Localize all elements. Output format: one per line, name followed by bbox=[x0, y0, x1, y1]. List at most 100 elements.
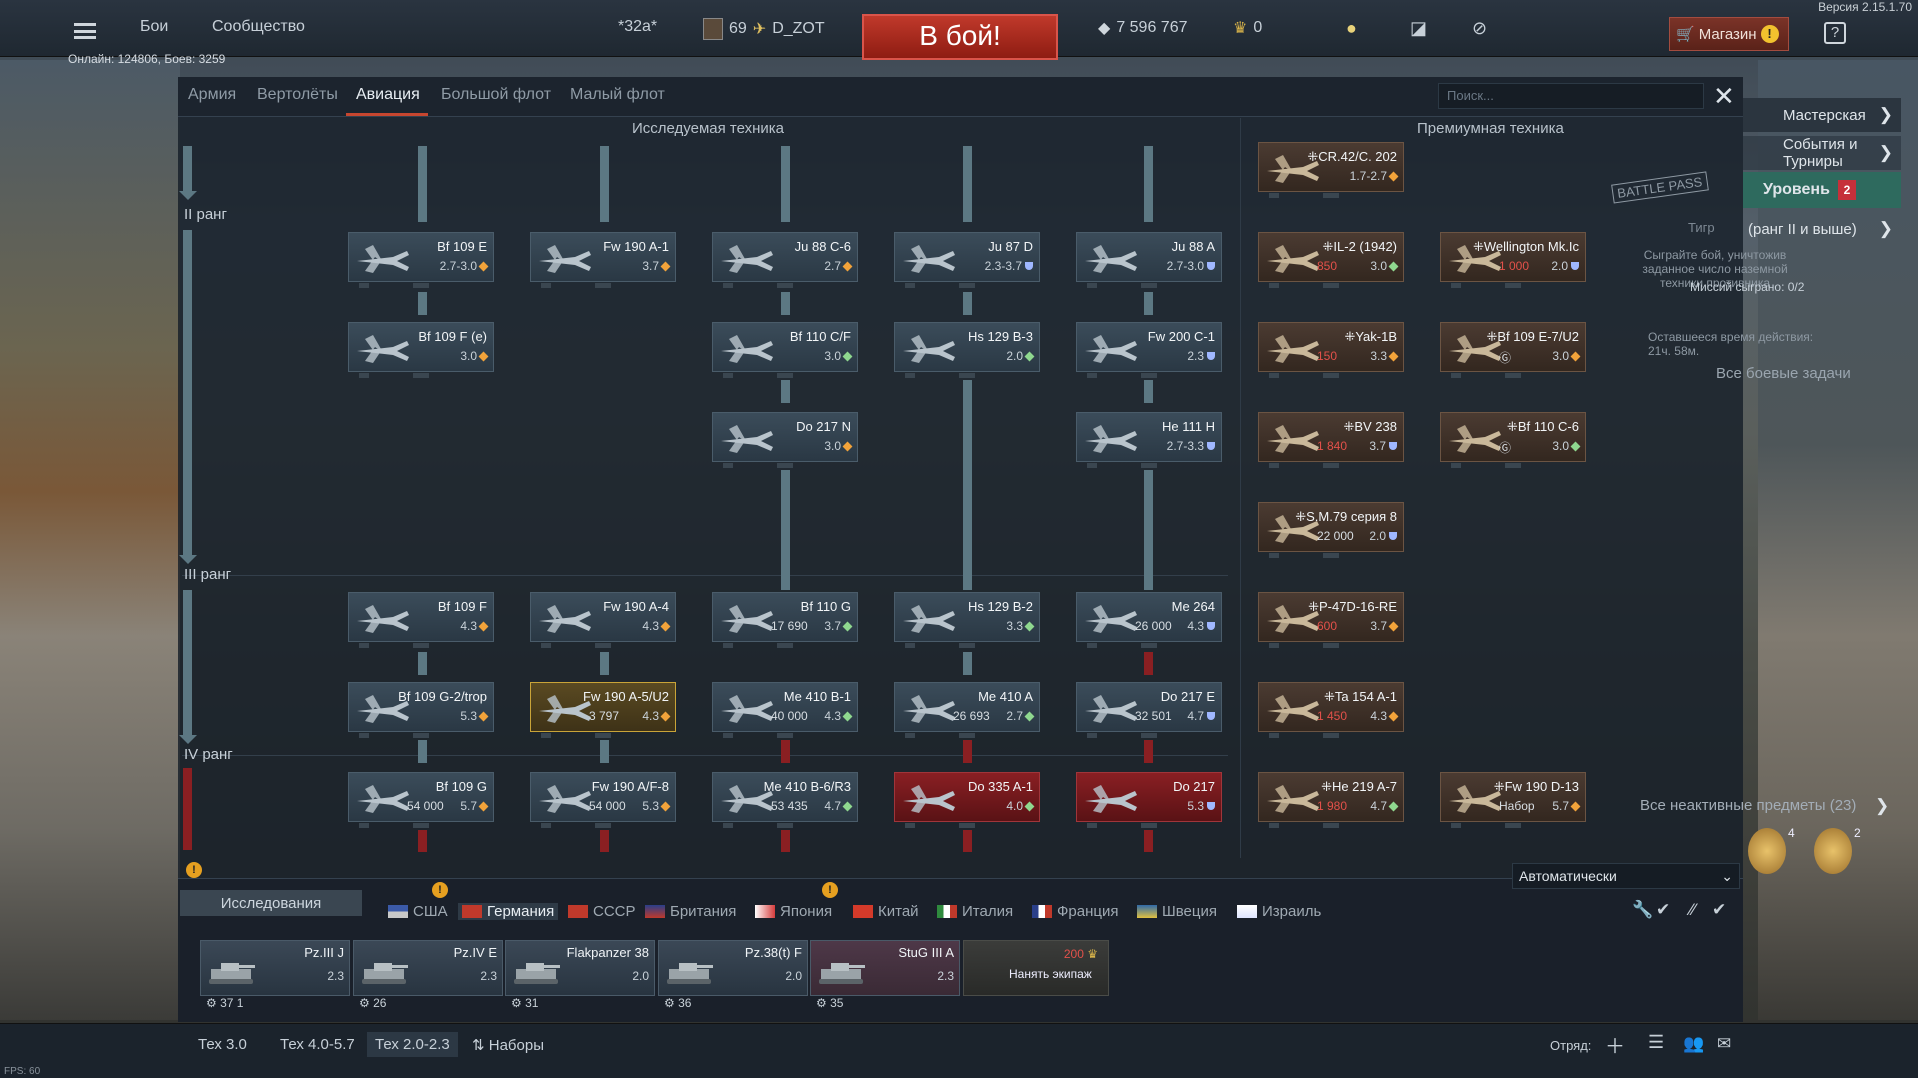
research-vehicle-card[interactable]: Me 410 A 26 693 2.7 bbox=[894, 682, 1040, 738]
research-vehicle-card[interactable]: Do 217 5.3 bbox=[1076, 772, 1222, 828]
add-icon[interactable]: ＋ bbox=[1605, 1030, 1625, 1059]
ammo-icon[interactable]: ⁄⁄ bbox=[1690, 900, 1696, 920]
research-toggle[interactable]: Исследования bbox=[180, 890, 362, 916]
preset-tab[interactable]: Тех 4.0-5.7 bbox=[280, 1036, 355, 1053]
battles-menu[interactable]: Бои bbox=[140, 18, 168, 36]
research-vehicle-card[interactable]: Bf 109 G 54 000 5.7 bbox=[348, 772, 494, 828]
premium-vehicle-card[interactable]: ⁜S.M.79 серия 8 22 000 2.0 bbox=[1258, 502, 1404, 558]
golden-eagles[interactable]: ♛ 0 bbox=[1233, 18, 1262, 38]
warning-icon[interactable]: ! bbox=[186, 862, 202, 878]
profile[interactable]: 69 ✈ D_ZOT bbox=[703, 18, 825, 40]
all-tasks-link[interactable]: Все боевые задачи bbox=[1716, 365, 1851, 382]
nation-tab-3[interactable]: Британия bbox=[645, 903, 736, 920]
to-battle-button[interactable]: В бой! bbox=[862, 14, 1058, 60]
premium-vehicle-card[interactable]: ⁜Wellington Mk.Ic 1 000 2.0 bbox=[1440, 232, 1586, 288]
research-vehicle-card[interactable]: Ju 88 C-6 2.7 bbox=[712, 232, 858, 288]
premium-vehicle-card[interactable]: ⁜Bf 109 E-7/U2 Ⓖ 3.0 bbox=[1440, 322, 1586, 378]
premium-vehicle-card[interactable]: ⁜CR.42/C. 202 1.7-2.7 bbox=[1258, 142, 1404, 198]
research-vehicle-card[interactable]: Me 264 26 000 4.3 bbox=[1076, 592, 1222, 648]
research-vehicle-card[interactable]: Bf 109 G-2/trop 5.3 bbox=[348, 682, 494, 738]
events-button[interactable]: События и Турниры ❯ bbox=[1743, 136, 1901, 170]
research-vehicle-card[interactable]: Fw 190 A-1 3.7 bbox=[530, 232, 676, 288]
research-vehicle-card[interactable]: Fw 190 A-5/U2 3 797 4.3 bbox=[530, 682, 676, 738]
research-vehicle-card[interactable]: Do 217 E 32 501 4.7 bbox=[1076, 682, 1222, 738]
tab-helicopters[interactable]: Вертолёты bbox=[257, 86, 338, 104]
list-icon[interactable]: ☰ bbox=[1648, 1032, 1664, 1053]
premium-vehicle-card[interactable]: ⁜Fw 190 D-13 Набор 5.7 bbox=[1440, 772, 1586, 828]
lightbulb-icon[interactable]: ● bbox=[1346, 18, 1357, 39]
mail-icon[interactable]: ✉ bbox=[1717, 1034, 1731, 1054]
battlepass-level-button[interactable]: Уровень 2 bbox=[1743, 172, 1901, 208]
nation-tab-6[interactable]: Италия bbox=[937, 903, 1013, 920]
menu-icon[interactable] bbox=[74, 23, 96, 39]
check-icon[interactable]: ✔ bbox=[1656, 900, 1670, 920]
repair-icon[interactable]: 🔧 bbox=[1632, 900, 1653, 920]
premium-vehicle-card[interactable]: ⁜He 219 A-7 1 980 4.7 bbox=[1258, 772, 1404, 828]
medal-icon[interactable] bbox=[1814, 828, 1852, 874]
research-vehicle-card[interactable]: Bf 109 F (e) 3.0 bbox=[348, 322, 494, 378]
preset-tab-active[interactable]: Тех 2.0-2.3 bbox=[367, 1032, 458, 1057]
premium-vehicle-card[interactable]: ⁜Bf 110 C-6 Ⓖ 3.0 bbox=[1440, 412, 1586, 468]
search-input[interactable]: Поиск... bbox=[1438, 83, 1704, 109]
nation-tab-4[interactable]: Япония bbox=[755, 903, 832, 920]
preset-tab[interactable]: Тех 3.0 bbox=[198, 1036, 247, 1053]
nation-tab-9[interactable]: Израиль bbox=[1237, 903, 1321, 920]
tank-slot[interactable]: StuG III A 2.3 bbox=[810, 940, 960, 996]
nation-tab-1[interactable]: Германия bbox=[458, 903, 559, 920]
premium-vehicle-card[interactable]: ⁜BV 238 1 840 3.7 bbox=[1258, 412, 1404, 468]
research-vehicle-card[interactable]: Hs 129 B-2 3.3 bbox=[894, 592, 1040, 648]
help-button[interactable]: ? bbox=[1824, 22, 1846, 44]
nation-tab-5[interactable]: Китай bbox=[853, 903, 919, 920]
contacts-icon[interactable]: 👥 bbox=[1683, 1034, 1704, 1054]
research-vehicle-card[interactable]: Do 335 A-1 4.0 bbox=[894, 772, 1040, 828]
tank-slot[interactable]: Flakpanzer 38 2.0 bbox=[505, 940, 655, 996]
premium-vehicle-card[interactable]: ⁜IL-2 (1942) 850 3.0 bbox=[1258, 232, 1404, 288]
close-icon[interactable]: ✕ bbox=[1713, 82, 1735, 110]
warbond-icon[interactable]: ◪ bbox=[1410, 18, 1427, 39]
tab-army[interactable]: Армия bbox=[188, 86, 236, 104]
shop-button[interactable]: 🛒 Магазин ! bbox=[1669, 17, 1789, 51]
tab-bluewater-fleet[interactable]: Большой флот bbox=[441, 86, 551, 104]
tank-slot[interactable]: Pz.38(t) F 2.0 bbox=[658, 940, 808, 996]
premium-vehicle-card[interactable]: ⁜P-47D-16-RE 600 3.7 bbox=[1258, 592, 1404, 648]
research-vehicle-card[interactable]: Me 410 B-6/R3 53 435 4.7 bbox=[712, 772, 858, 828]
inactive-items-link[interactable]: Все неактивные предметы (23) bbox=[1640, 797, 1856, 814]
research-vehicle-card[interactable]: Bf 109 F 4.3 bbox=[348, 592, 494, 648]
nation-tab-8[interactable]: Швеция bbox=[1137, 903, 1217, 920]
research-vehicle-card[interactable]: Do 217 N 3.0 bbox=[712, 412, 858, 468]
tab-aviation[interactable]: Авиация bbox=[356, 86, 420, 104]
check-icon[interactable]: ✔ bbox=[1712, 900, 1726, 920]
research-vehicle-card[interactable]: Bf 110 C/F 3.0 bbox=[712, 322, 858, 378]
research-vehicle-card[interactable]: Hs 129 B-3 2.0 bbox=[894, 322, 1040, 378]
nation-tab-2[interactable]: СССР bbox=[568, 903, 636, 920]
coupon-icon[interactable]: ⊘ bbox=[1472, 18, 1487, 39]
research-vehicle-card[interactable]: Fw 190 A/F-8 54 000 5.3 bbox=[530, 772, 676, 828]
research-vehicle-card[interactable]: Bf 109 E 2.7-3.0 bbox=[348, 232, 494, 288]
research-vehicle-card[interactable]: Ju 87 D 2.3-3.7 bbox=[894, 232, 1040, 288]
workshop-button[interactable]: Мастерская ❯ bbox=[1743, 98, 1901, 132]
premium-vehicle-card[interactable]: ⁜Ta 154 A-1 1 450 4.3 bbox=[1258, 682, 1404, 738]
research-vehicle-card[interactable]: He 111 H 2.7-3.3 bbox=[1076, 412, 1222, 468]
tab-coastal-fleet[interactable]: Малый флот bbox=[570, 86, 665, 104]
squad-label: Отряд: bbox=[1550, 1038, 1592, 1053]
medal-icon[interactable] bbox=[1748, 828, 1786, 874]
aircraft-icon bbox=[353, 601, 413, 637]
nation-tab-7[interactable]: Франция bbox=[1032, 903, 1118, 920]
presets-button[interactable]: ⇅ Наборы bbox=[472, 1036, 544, 1054]
nation-tab-0[interactable]: США bbox=[388, 903, 448, 920]
hire-crew-slot[interactable]: 200 ♛ Нанять экипаж bbox=[963, 940, 1109, 996]
rank-requirement[interactable]: (ранг II и выше) ❯ bbox=[1743, 212, 1901, 246]
research-vehicle-card[interactable]: Bf 110 G 17 690 3.7 bbox=[712, 592, 858, 648]
tank-br: 2.3 bbox=[937, 969, 954, 983]
research-vehicle-card[interactable]: Fw 190 A-4 4.3 bbox=[530, 592, 676, 648]
tank-slot[interactable]: Pz.IV E 2.3 bbox=[353, 940, 503, 996]
premium-vehicle-card[interactable]: ⁜Yak-1B 150 3.3 bbox=[1258, 322, 1404, 378]
tank-slot[interactable]: Pz.III J 2.3 bbox=[200, 940, 350, 996]
silver-lions[interactable]: ◆ 7 596 767 bbox=[1098, 18, 1188, 38]
chevron-right-icon: ❯ bbox=[1875, 796, 1890, 815]
community-menu[interactable]: Сообщество bbox=[212, 18, 305, 36]
research-vehicle-card[interactable]: Fw 200 C-1 2.3 bbox=[1076, 322, 1222, 378]
research-vehicle-card[interactable]: Me 410 B-1 40 000 4.3 bbox=[712, 682, 858, 738]
preset-select[interactable]: Автоматически ⌄ bbox=[1512, 863, 1740, 889]
research-vehicle-card[interactable]: Ju 88 A 2.7-3.0 bbox=[1076, 232, 1222, 288]
